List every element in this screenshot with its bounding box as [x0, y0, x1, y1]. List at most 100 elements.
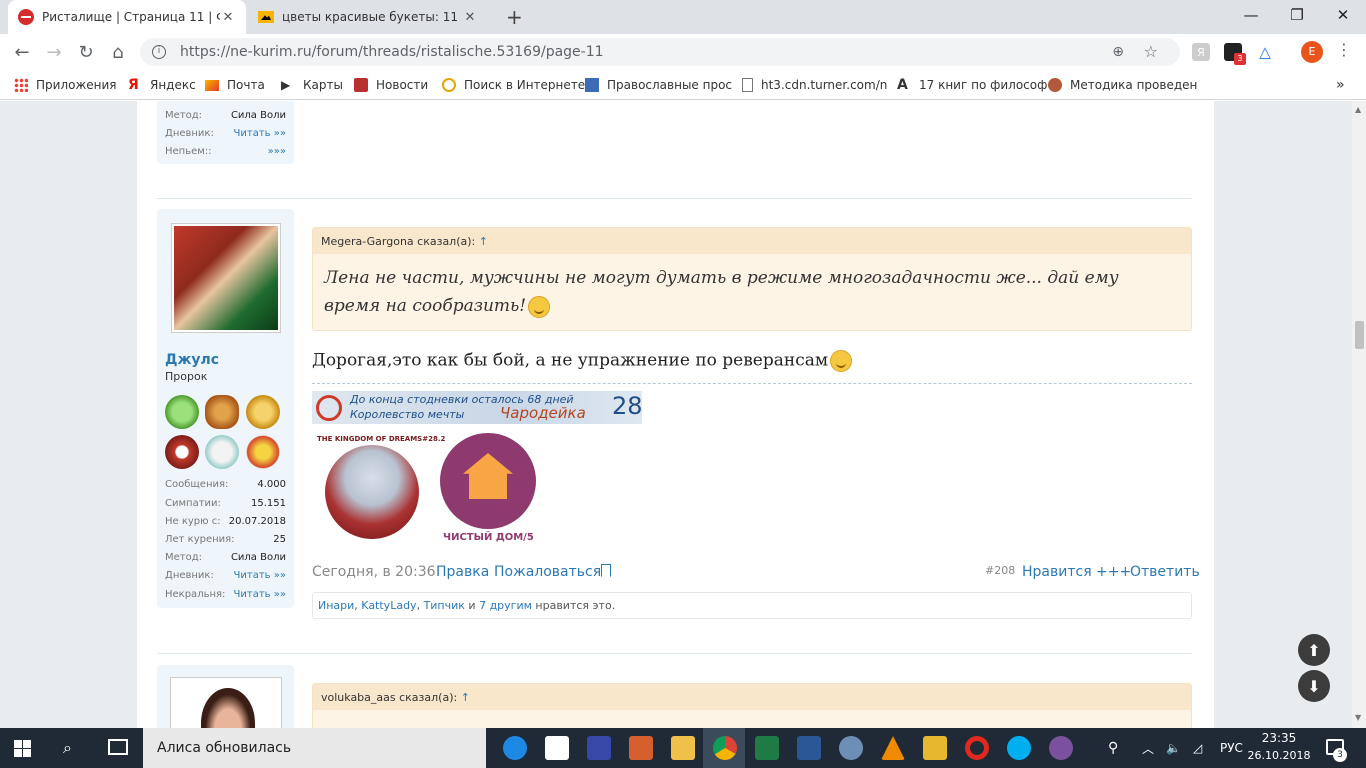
bookmark-yandex[interactable]: Я Яндекс	[128, 77, 196, 93]
user-avatar[interactable]	[171, 223, 281, 333]
paint-icon[interactable]	[839, 736, 863, 760]
new-tab-button[interactable]: +	[496, 0, 524, 34]
bookmark-label: ht3.cdn.turner.com/n	[761, 78, 888, 92]
chrome-icon[interactable]	[713, 736, 737, 760]
bookmark-method[interactable]: Методика проведен	[1048, 77, 1197, 93]
clock-date[interactable]: 26.10.2018	[1246, 749, 1312, 762]
skype-icon[interactable]	[1007, 736, 1031, 760]
scroll-top-button[interactable]: ⬆	[1298, 634, 1330, 666]
post-date[interactable]: Сегодня, в 20:36	[312, 564, 436, 580]
quote-text: Лена не части, мужчины не могут думать в…	[324, 264, 1179, 320]
bookmark-news[interactable]: Новости	[354, 77, 428, 93]
tab-close-icon[interactable]: ✕	[462, 10, 478, 25]
profile-avatar[interactable]: E	[1301, 41, 1323, 63]
language-indicator[interactable]: РУС	[1220, 728, 1243, 768]
quote-jump-icon[interactable]: ↑	[461, 691, 470, 704]
address-bar[interactable]: i https://ne-kurim.ru/forum/threads/rist…	[140, 38, 1180, 66]
thread-content: Метод: Сила Воли Дневник: Читать »» Непь…	[137, 101, 1214, 728]
close-window-button[interactable]: ✕	[1320, 0, 1366, 30]
opera-icon[interactable]	[965, 736, 989, 760]
message-body: Дорогая,это как бы бой, а не упражнение …	[312, 350, 829, 371]
vertical-scrollbar[interactable]: ▲ ▼	[1352, 101, 1366, 728]
quote-author[interactable]: Megera-Gargona сказал(а):	[321, 235, 475, 248]
stat-value: Сила Воли	[230, 110, 286, 121]
post-number[interactable]: #208	[985, 564, 1015, 577]
triangle-ext-icon[interactable]: △	[1256, 43, 1274, 61]
edge-icon[interactable]	[503, 736, 527, 760]
people-icon[interactable]: ⚲	[1108, 728, 1118, 768]
zoom-icon[interactable]: ⊕	[1112, 44, 1124, 60]
store-icon[interactable]	[545, 736, 569, 760]
taskbar-search-box[interactable]: Алиса обновилась	[143, 728, 486, 768]
stat-link[interactable]: Читать »»	[234, 589, 286, 600]
media-icon[interactable]	[629, 736, 653, 760]
tab-flowers[interactable]: цветы красивые букеты: 11 тыс ✕	[248, 0, 488, 34]
save-icon[interactable]	[587, 736, 611, 760]
bookmark-orthodox[interactable]: Православные прос	[585, 77, 732, 93]
bookmark-search[interactable]: Поиск в Интернете	[442, 77, 585, 93]
search-icon[interactable]: ⌕	[63, 738, 72, 758]
bookmark-maps[interactable]: ▶ Карты	[281, 77, 343, 93]
countdown-banner[interactable]: До конца стодневки осталось 68 дней Коро…	[312, 391, 643, 424]
task-view-icon[interactable]	[108, 739, 128, 755]
windows-start-icon[interactable]	[14, 740, 31, 757]
quote-header: Megera-Gargona сказал(а): ↑	[313, 228, 1191, 254]
stat-label: Лет курения:	[165, 534, 235, 545]
smile-icon	[528, 295, 551, 318]
home-button[interactable]: ⌂	[106, 40, 130, 64]
liker-link[interactable]: Типчик	[424, 599, 465, 612]
minimize-button[interactable]: —	[1228, 0, 1274, 30]
bookmark-turner[interactable]: ht3.cdn.turner.com/n	[742, 77, 887, 93]
liker-link[interactable]: KattyLady	[361, 599, 416, 612]
like-button[interactable]: Нравится	[1022, 564, 1092, 580]
report-link[interactable]: Пожаловаться	[494, 564, 601, 580]
stat-label: Дневник:	[165, 570, 214, 581]
forum-page: Метод: Сила Воли Дневник: Читать »» Непь…	[0, 101, 1352, 728]
yandex-ext-icon[interactable]: Я	[1192, 43, 1210, 61]
scroll-down-icon[interactable]: ▼	[1355, 713, 1361, 722]
folder-icon[interactable]	[671, 736, 695, 760]
scrollbar-thumb[interactable]	[1355, 321, 1364, 349]
stat-link[interactable]: »»»	[268, 146, 286, 157]
forward-button[interactable]: →	[42, 40, 66, 64]
viber-icon[interactable]	[1049, 736, 1073, 760]
bookmark-mail[interactable]: Почта	[205, 77, 265, 93]
clean-house-badge[interactable]: ЧИСТЫЙ ДОМ/5	[439, 433, 539, 547]
back-button[interactable]: ←	[10, 40, 34, 64]
stat-label: Метод:	[165, 552, 203, 563]
quote-jump-icon[interactable]: ↑	[479, 235, 488, 248]
scroll-up-icon[interactable]: ▲	[1355, 105, 1361, 114]
clock-time[interactable]: 23:35	[1252, 731, 1306, 745]
bookmark-apps[interactable]: Приложения	[14, 77, 117, 93]
info-icon[interactable]: i	[152, 45, 166, 59]
diary-link[interactable]: Читать »»	[234, 128, 286, 139]
tab-close-icon[interactable]: ✕	[220, 10, 236, 25]
username[interactable]: Джулс	[165, 352, 219, 368]
bookmarks-overflow-icon[interactable]: »	[1336, 77, 1345, 93]
plus-button[interactable]: +++	[1096, 564, 1131, 580]
network-icon[interactable]: ◿	[1193, 728, 1202, 768]
volume-icon[interactable]: 🔈	[1166, 728, 1181, 768]
tools-icon[interactable]	[923, 736, 947, 760]
tab-ristalische[interactable]: Ристалище | Страница 11 | Фору ✕	[8, 0, 246, 34]
reply-button[interactable]: Ответить	[1130, 564, 1200, 580]
bookmark-philosophy[interactable]: A 17 книг по философ	[897, 77, 1047, 93]
scroll-bottom-button[interactable]: ⬇	[1298, 670, 1330, 702]
edit-link[interactable]: Правка	[436, 564, 489, 580]
restore-button[interactable]: ❐	[1274, 0, 1320, 30]
quote-author[interactable]: volukaba_aas сказал(а):	[321, 691, 457, 704]
tray-expand-icon[interactable]: ︿	[1142, 728, 1154, 768]
bookmark-post-icon[interactable]	[601, 564, 611, 577]
reload-button[interactable]: ↻	[74, 40, 98, 64]
bookmark-star-icon[interactable]: ☆	[1144, 42, 1158, 61]
vlc-icon[interactable]	[881, 736, 905, 760]
user-avatar[interactable]	[170, 677, 282, 728]
liker-link[interactable]: Инари	[318, 599, 354, 612]
likes-others-link[interactable]: 7 другим	[479, 599, 532, 612]
menu-icon[interactable]: ⋮	[1336, 40, 1352, 59]
excel-icon[interactable]	[755, 736, 779, 760]
maps-icon: ▶	[281, 78, 291, 92]
kingdom-badge[interactable]: THE KINGDOM OF DREAMS#28.2	[317, 435, 445, 547]
word-icon[interactable]	[797, 736, 821, 760]
diary-link[interactable]: Читать »»	[234, 570, 286, 581]
